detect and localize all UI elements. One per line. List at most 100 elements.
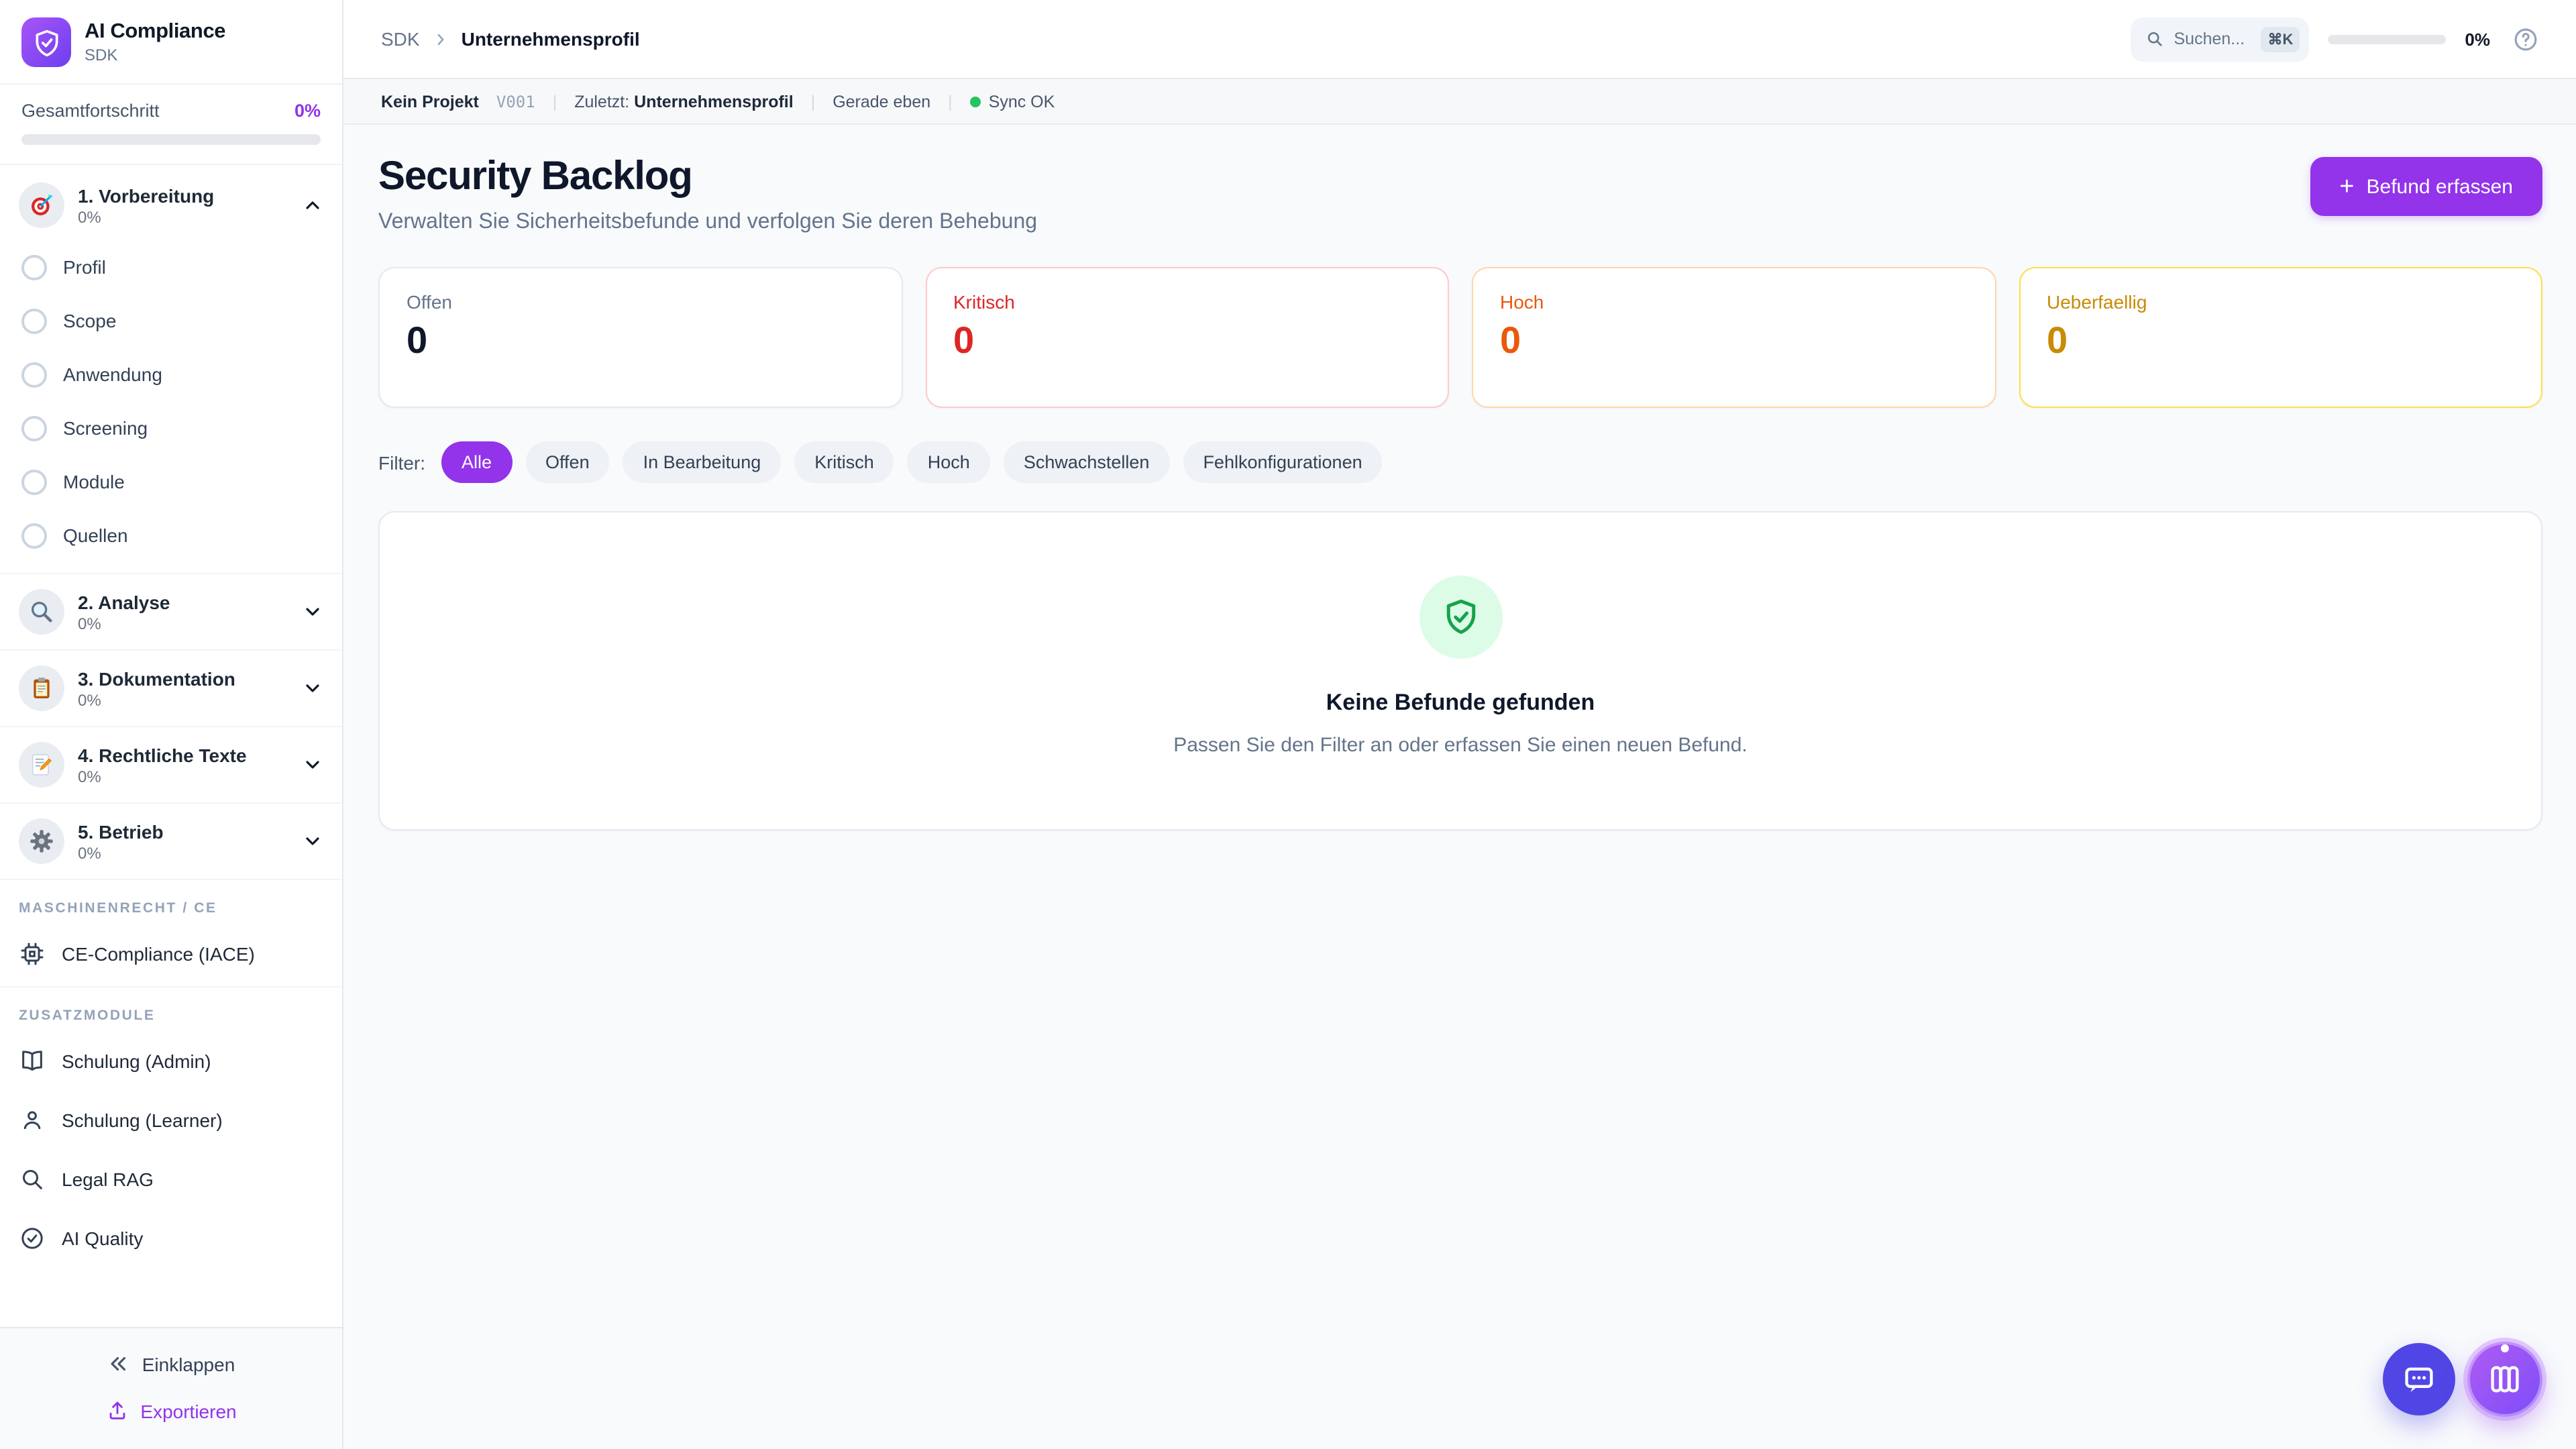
search-box[interactable]: ⌘K [2131,17,2310,61]
filter-chip-fehlkonfigurationen[interactable]: Fehlkonfigurationen [1183,441,1382,483]
filter-chip-offen[interactable]: Offen [525,441,610,483]
overall-progress-value: 0% [294,101,321,121]
header-progress-value: 0% [2465,29,2490,49]
befund-erfassen-button[interactable]: + Befund erfassen [2310,157,2542,216]
sidebar-phase-vorbereitung[interactable]: 1. Vorbereitung 0% [16,170,326,240]
double-chevron-left-icon [107,1352,130,1375]
phase-progress: 0% [78,767,288,786]
app-subtitle: SDK [85,46,225,64]
sidebar-item-module[interactable]: Module [19,455,326,508]
radio-circle-icon [21,254,47,280]
filter-label: Filter: [378,451,425,473]
sidebar-item-quellen[interactable]: Quellen [19,508,326,562]
sidebar-phase-dokumentation[interactable]: 3. Dokumentation 0% [16,653,326,723]
main-area: SDK Unternehmensprofil ⌘K 0% [343,0,2576,1449]
app-logo-shield-icon [21,17,71,67]
sidebar: AI Compliance SDK Gesamtfortschritt 0% [0,0,343,1449]
overall-progress-section: Gesamtfortschritt 0% [0,85,342,165]
sidebar-header: AI Compliance SDK [0,0,342,85]
phase-progress: 0% [78,614,288,633]
phase-label: 2. Analyse [78,591,288,612]
header-progress-bar [2328,34,2446,44]
filter-chip-schwachstellen[interactable]: Schwachstellen [1004,441,1170,483]
search-icon [2146,30,2165,48]
sidebar-phase-analyse[interactable]: 2. Analyse 0% [16,577,326,647]
radio-circle-icon [21,308,47,333]
sidebar-item-schulung-admin[interactable]: Schulung (Admin) [16,1032,326,1091]
sidebar-item-profil[interactable]: Profil [19,240,326,294]
radio-circle-icon [21,362,47,387]
stat-card-offen: Offen 0 [378,267,902,408]
chevron-down-icon [302,678,323,699]
last-saved: Zuletzt: Unternehmensprofil [574,92,794,111]
sidebar-item-scope[interactable]: Scope [19,294,326,347]
sidebar-footer: Einklappen Exportieren [0,1327,342,1449]
divider [0,649,342,651]
app-title: AI Compliance [85,20,225,44]
floating-buttons [2383,1342,2542,1417]
export-button[interactable]: Exportieren [92,1389,250,1433]
stat-card-ueberfaellig: Ueberfaellig 0 [2019,267,2542,408]
clipboard-icon [19,665,64,711]
sidebar-phase-rechtliche-texte[interactable]: 4. Rechtliche Texte 0% [16,730,326,800]
breadcrumb-current: Unternehmensprofil [462,28,640,50]
radio-circle-icon [21,469,47,494]
sync-ok-dot-icon [970,96,981,107]
app-window: AI Compliance SDK Gesamtfortschritt 0% [0,0,2576,1449]
sidebar-item-screening[interactable]: Screening [19,401,326,455]
filter-chip-kritisch[interactable]: Kritisch [794,441,894,483]
chat-button[interactable] [2383,1343,2455,1415]
stat-card-hoch: Hoch 0 [1472,267,1996,408]
divider [0,802,342,804]
phase-progress: 0% [78,843,288,862]
gear-icon [19,818,64,864]
sidebar-item-ce-compliance[interactable]: CE-Compliance (IACE) [16,924,326,983]
page-subtitle: Verwalten Sie Sicherheitsbefunde und ver… [378,211,1037,235]
sync-status: Sync OK [970,92,1055,111]
user-icon [19,1107,46,1134]
walkthrough-button[interactable] [2467,1342,2542,1417]
empty-state-panel: Keine Befunde gefunden Passen Sie den Fi… [378,511,2542,830]
target-icon [19,182,64,228]
keyboard-shortcut-badge: ⌘K [2261,26,2300,52]
filter-chip-alle[interactable]: Alle [441,441,512,483]
section-header-zusatzmodule: ZUSATZMODULE [19,1008,323,1024]
divider [0,726,342,727]
phase-label: 3. Dokumentation [78,667,288,689]
help-icon[interactable] [2509,22,2542,56]
sidebar-nav: 1. Vorbereitung 0% Profil Scope [0,165,342,1327]
upload-icon [105,1399,128,1422]
chat-bubble-icon [2402,1362,2436,1397]
overall-progress-bar [21,134,321,145]
phase-children: Profil Scope Anwendung Screening Module [16,240,326,570]
phase-label: 4. Rechtliche Texte [78,744,288,765]
breadcrumb: SDK Unternehmensprofil [381,28,640,50]
radio-circle-icon [21,523,47,548]
shield-check-icon [1419,576,1502,659]
page-content: Security Backlog Verwalten Sie Sicherhei… [343,125,2576,1449]
search-icon [19,1166,46,1193]
divider [0,879,342,880]
status-bar: Kein Projekt V001 | Zuletzt: Unternehmen… [343,79,2576,125]
filter-chip-in-bearbeitung[interactable]: In Bearbeitung [623,441,782,483]
cpu-icon [19,941,46,967]
plus-icon: + [2339,174,2354,199]
radio-circle-icon [21,415,47,441]
sidebar-item-anwendung[interactable]: Anwendung [19,347,326,401]
sidebar-item-legal-rag[interactable]: Legal RAG [16,1150,326,1209]
divider [0,986,342,987]
phase-progress: 0% [78,207,288,226]
sidebar-item-schulung-learner[interactable]: Schulung (Learner) [16,1091,326,1150]
search-input[interactable] [2174,30,2252,48]
divider [0,573,342,574]
sidebar-phase-betrieb[interactable]: 5. Betrieb 0% [16,806,326,876]
chevron-down-icon [302,754,323,775]
collapse-sidebar-button[interactable]: Einklappen [94,1342,249,1386]
check-circle-icon [19,1225,46,1252]
filter-chip-hoch[interactable]: Hoch [908,441,990,483]
columns-icon [2487,1362,2522,1397]
breadcrumb-sdk[interactable]: SDK [381,28,420,50]
section-header-maschinenrecht: MASCHINENRECHT / CE [19,900,323,916]
sidebar-item-ai-quality[interactable]: AI Quality [16,1209,326,1268]
stat-card-kritisch: Kritisch 0 [925,267,1449,408]
